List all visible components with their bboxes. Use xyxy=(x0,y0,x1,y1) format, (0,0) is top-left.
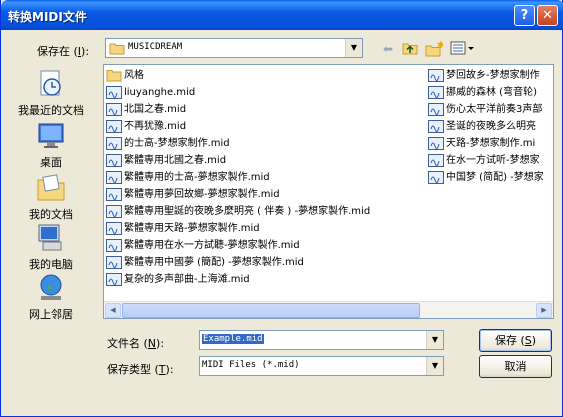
my-computer-icon xyxy=(38,224,62,251)
list-item[interactable]: 梦回故乡-梦想家制作 xyxy=(427,67,553,84)
places-bar: 我最近的文档 桌面 我的文档 我的电脑 网上邻居 xyxy=(8,64,94,324)
list-item[interactable]: 繁體専用的士高-夢想家製作.mid xyxy=(105,169,425,186)
title-bar[interactable]: 转换MIDI文件 ? ✕ xyxy=(1,0,563,30)
back-icon[interactable]: ⬅ xyxy=(379,41,397,57)
close-icon: ✕ xyxy=(542,8,553,23)
new-folder-icon[interactable]: ✱ xyxy=(425,41,445,57)
list-item[interactable]: 北国之春.mid xyxy=(105,101,425,118)
midi-file-icon xyxy=(106,154,122,167)
save-in-dropdown[interactable]: MUSICDREAM ▼ xyxy=(105,38,363,58)
filetype-label: 保存类型 (T): xyxy=(107,363,174,376)
scrollbar-thumb[interactable] xyxy=(122,303,420,318)
filename-input[interactable]: Example.mid ▼ xyxy=(199,330,444,350)
list-item[interactable]: 挪威的森林 (弯音轮) xyxy=(427,84,553,101)
list-item[interactable]: 天路-梦想家制作.mi xyxy=(427,135,553,152)
midi-file-icon xyxy=(106,103,122,116)
folder-icon xyxy=(106,70,122,82)
midi-file-icon xyxy=(428,103,444,116)
list-item[interactable]: 不再犹豫.mid xyxy=(105,118,425,135)
filetype-dropdown[interactable]: MIDI Files (*.mid) ▼ xyxy=(199,356,444,376)
horizontal-scrollbar[interactable]: ◀ ▶ xyxy=(104,301,553,318)
list-item[interactable]: liuyanghe.mid xyxy=(105,84,425,101)
scroll-left-icon[interactable]: ◀ xyxy=(105,303,121,318)
list-item[interactable]: 繁體専用中國夢 (簡配) -夢想家製作.mid xyxy=(105,254,425,271)
save-midi-dialog: 转换MIDI文件 ? ✕ 保存在 (I): MUSICDREAM ▼ ⬅ ✱ 我… xyxy=(0,0,563,417)
cancel-button[interactable]: 取消 xyxy=(479,355,552,378)
chevron-down-icon[interactable]: ▼ xyxy=(426,331,443,349)
list-item[interactable]: 繁體専用天路-夢想家製作.mid xyxy=(105,220,425,237)
midi-file-icon xyxy=(106,120,122,133)
folder-open-icon xyxy=(109,43,125,55)
list-item[interactable]: 风格 xyxy=(105,67,425,84)
help-button[interactable]: ? xyxy=(514,5,535,26)
filename-value: Example.mid xyxy=(202,334,264,344)
filetype-value: MIDI Files (*.mid) xyxy=(202,360,300,370)
list-item[interactable]: 繁體専用聖誕的夜晚多麼明亮 ( 伴奏 ) -夢想家製作.mid xyxy=(105,203,425,220)
up-folder-icon[interactable] xyxy=(401,41,419,57)
midi-file-icon xyxy=(428,86,444,99)
place-my-computer[interactable]: 我的电脑 xyxy=(8,222,94,272)
desktop-icon xyxy=(38,123,64,148)
save-in-label: 保存在 (I): xyxy=(37,45,90,58)
view-menu-icon[interactable] xyxy=(449,41,475,57)
midi-file-icon xyxy=(428,120,444,133)
midi-file-icon xyxy=(106,188,122,201)
list-item[interactable]: 的士高-梦想家制作.mid xyxy=(105,135,425,152)
midi-file-icon xyxy=(106,171,122,184)
svg-text:✱: ✱ xyxy=(437,41,443,51)
list-item[interactable]: 繁體専用北國之春.mid xyxy=(105,152,425,169)
list-item[interactable]: 圣诞的夜晚多么明亮 xyxy=(427,118,553,135)
list-item[interactable]: 伤心太平洋前奏3声部 xyxy=(427,101,553,118)
close-button[interactable]: ✕ xyxy=(537,5,558,26)
midi-file-icon xyxy=(428,171,444,184)
file-column-1: 风格 liuyanghe.mid 北国之春.mid 不再犹豫.mid 的士高-梦… xyxy=(105,67,425,288)
midi-file-icon xyxy=(428,137,444,150)
midi-file-icon xyxy=(428,154,444,167)
filename-label: 文件名 (N): xyxy=(107,337,165,350)
midi-file-icon xyxy=(106,222,122,235)
list-item[interactable]: 繁體専用在水一方試聽-夢想家製作.mid xyxy=(105,237,425,254)
file-column-2: 梦回故乡-梦想家制作 挪威的森林 (弯音轮) 伤心太平洋前奏3声部 圣诞的夜晚多… xyxy=(427,67,553,186)
list-item[interactable]: 在水一方试听-梦想家 xyxy=(427,152,553,169)
save-in-value: MUSICDREAM xyxy=(128,42,183,52)
place-desktop[interactable]: 桌面 xyxy=(8,120,94,170)
list-item[interactable]: 复杂的多声部曲-上海滩.mid xyxy=(105,271,425,288)
midi-file-icon xyxy=(106,256,122,269)
network-places-icon xyxy=(40,274,62,300)
list-item[interactable]: 中国梦 (简配) -梦想家 xyxy=(427,169,553,186)
place-network[interactable]: 网上邻居 xyxy=(8,272,94,322)
file-list[interactable]: 风格 liuyanghe.mid 北国之春.mid 不再犹豫.mid 的士高-梦… xyxy=(103,64,554,319)
midi-file-icon xyxy=(106,273,122,286)
chevron-down-icon[interactable]: ▼ xyxy=(426,357,443,375)
save-button[interactable]: 保存 (S) xyxy=(479,329,552,352)
my-documents-icon xyxy=(37,174,65,201)
midi-file-icon xyxy=(106,137,122,150)
place-recent[interactable]: 我最近的文档 xyxy=(8,68,94,118)
midi-file-icon xyxy=(106,86,122,99)
midi-file-icon xyxy=(428,69,444,82)
list-item[interactable]: 繁體専用夢回故鄉-夢想家製作.mid xyxy=(105,186,425,203)
midi-file-icon xyxy=(106,205,122,218)
chevron-down-icon[interactable]: ▼ xyxy=(345,39,362,57)
recent-documents-icon xyxy=(40,70,61,96)
midi-file-icon xyxy=(106,239,122,252)
window-title: 转换MIDI文件 xyxy=(8,10,87,24)
help-icon: ? xyxy=(520,8,529,23)
place-my-documents[interactable]: 我的文档 xyxy=(8,172,94,222)
scroll-right-icon[interactable]: ▶ xyxy=(536,303,552,318)
